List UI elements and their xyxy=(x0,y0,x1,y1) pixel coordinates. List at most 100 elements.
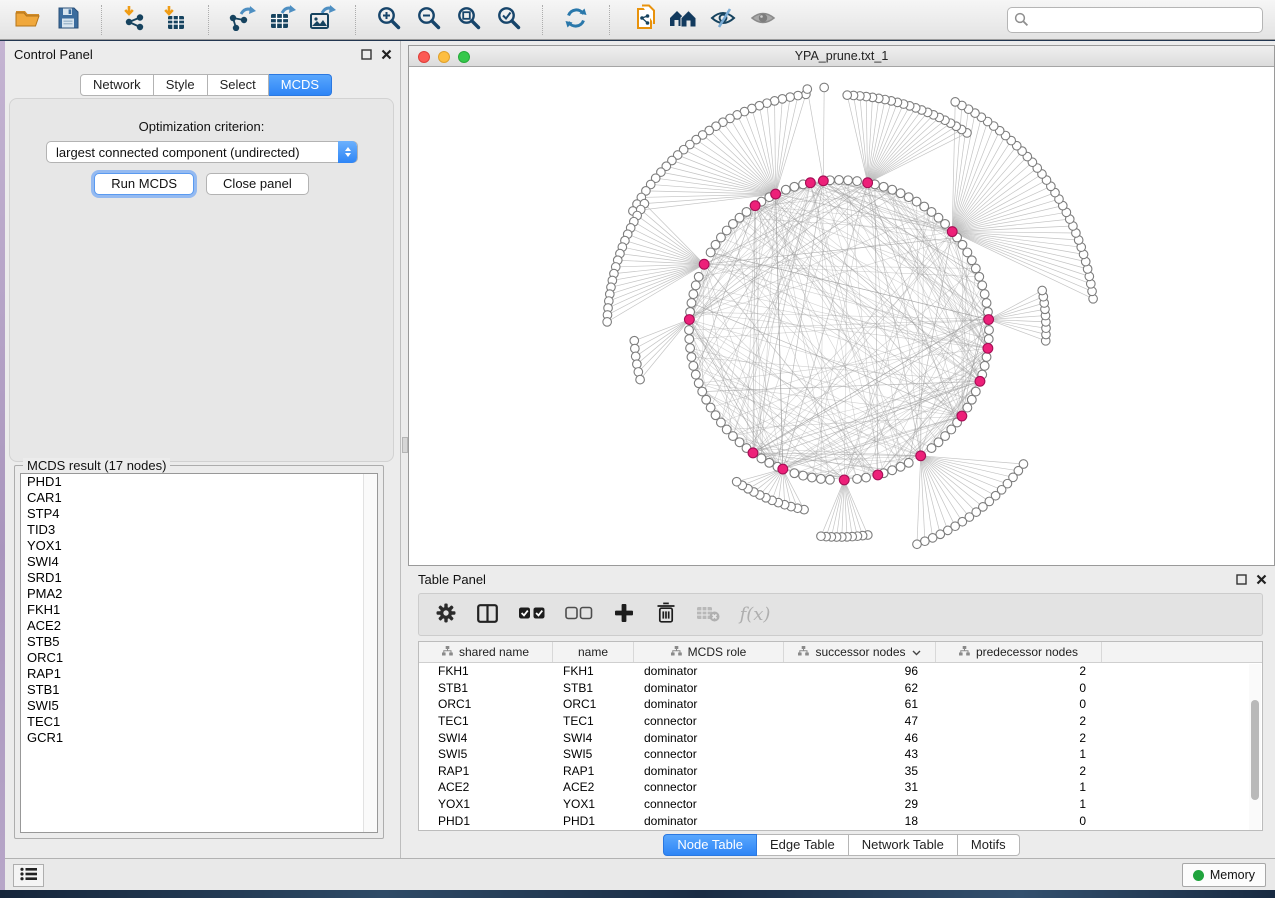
session-home-button[interactable] xyxy=(667,5,699,35)
network-node[interactable] xyxy=(853,177,862,186)
network-node[interactable] xyxy=(888,466,897,475)
mcds-result-item[interactable]: ACE2 xyxy=(21,618,377,634)
network-node[interactable] xyxy=(888,185,897,194)
network-node[interactable] xyxy=(687,299,696,308)
network-node[interactable] xyxy=(689,361,698,370)
add-column-button[interactable] xyxy=(610,601,637,628)
network-node[interactable] xyxy=(732,477,741,486)
table-row[interactable]: FKH1FKH1dominator962 xyxy=(419,663,1262,680)
float-panel-icon[interactable] xyxy=(361,48,372,63)
network-node[interactable] xyxy=(685,335,694,344)
tab-motifs[interactable]: Motifs xyxy=(958,834,1020,856)
tab-select[interactable]: Select xyxy=(208,74,269,96)
network-node[interactable] xyxy=(603,318,612,327)
network-node[interactable] xyxy=(706,248,715,257)
mcds-result-item[interactable]: TEC1 xyxy=(21,714,377,730)
network-node[interactable] xyxy=(982,299,991,308)
network-node[interactable] xyxy=(971,264,980,273)
column-header-shared-name[interactable]: shared name xyxy=(419,642,553,662)
network-node[interactable] xyxy=(636,375,645,384)
criterion-select[interactable]: largest connected component (undirected) xyxy=(46,141,358,163)
table-row[interactable]: YOX1YOX1connector291 xyxy=(419,796,1262,813)
mcds-result-item[interactable]: SWI5 xyxy=(21,698,377,714)
network-node[interactable] xyxy=(879,182,888,191)
network-node[interactable] xyxy=(963,403,972,412)
network-node[interactable] xyxy=(904,193,913,202)
run-mcds-button[interactable]: Run MCDS xyxy=(94,173,194,195)
network-node[interactable] xyxy=(844,176,853,185)
network-node[interactable] xyxy=(765,458,774,467)
network-node[interactable] xyxy=(975,272,984,281)
mcds-result-item[interactable]: PMA2 xyxy=(21,586,377,602)
network-node[interactable] xyxy=(1038,286,1047,295)
network-node[interactable] xyxy=(826,475,835,484)
mcds-result-item[interactable]: YOX1 xyxy=(21,538,377,554)
network-node[interactable] xyxy=(686,344,695,353)
network-dominator-node[interactable] xyxy=(863,178,873,188)
network-node[interactable] xyxy=(984,335,993,344)
network-node[interactable] xyxy=(757,454,766,463)
network-node[interactable] xyxy=(694,379,703,388)
tab-style[interactable]: Style xyxy=(154,74,208,96)
show-task-history-button[interactable] xyxy=(13,864,44,887)
network-dominator-node[interactable] xyxy=(778,464,788,474)
table-row[interactable]: ORC1ORC1dominator610 xyxy=(419,696,1262,713)
network-dominator-node[interactable] xyxy=(983,343,993,353)
network-node[interactable] xyxy=(799,471,808,480)
mcds-result-item[interactable]: RAP1 xyxy=(21,666,377,682)
network-node[interactable] xyxy=(687,353,696,362)
table-row[interactable]: PHD1PHD1dominator180 xyxy=(419,812,1262,829)
tab-network[interactable]: Network xyxy=(80,74,154,96)
table-scrollbar-thumb[interactable] xyxy=(1251,700,1259,800)
show-all-button[interactable] xyxy=(747,5,779,35)
network-node[interactable] xyxy=(689,290,698,299)
network-node[interactable] xyxy=(694,272,703,281)
table-row[interactable]: TEC1TEC1connector472 xyxy=(419,713,1262,730)
network-node[interactable] xyxy=(794,91,803,100)
table-scrollbar[interactable] xyxy=(1249,664,1261,830)
network-node[interactable] xyxy=(685,326,694,335)
zoom-out-button[interactable] xyxy=(413,5,445,35)
network-node[interactable] xyxy=(967,395,976,404)
network-node[interactable] xyxy=(913,540,922,549)
mcds-result-item[interactable]: PHD1 xyxy=(21,474,377,490)
network-node[interactable] xyxy=(691,281,700,290)
mcds-result-item[interactable]: TID3 xyxy=(21,522,377,538)
network-dominator-node[interactable] xyxy=(873,470,883,480)
refresh-button[interactable] xyxy=(560,5,592,35)
network-node[interactable] xyxy=(803,85,812,94)
network-node[interactable] xyxy=(835,176,844,185)
open-session-button[interactable] xyxy=(12,5,44,35)
network-node[interactable] xyxy=(912,197,921,206)
zoom-selected-button[interactable] xyxy=(493,5,525,35)
network-dominator-node[interactable] xyxy=(947,227,957,237)
tab-mcds[interactable]: MCDS xyxy=(269,74,332,96)
network-dominator-node[interactable] xyxy=(748,448,758,458)
network-dominator-node[interactable] xyxy=(916,451,926,461)
network-node[interactable] xyxy=(978,281,987,290)
show-columns-button[interactable] xyxy=(474,601,501,628)
mcds-result-item[interactable]: FKH1 xyxy=(21,602,377,618)
close-table-panel-icon[interactable] xyxy=(1256,573,1267,588)
table-row[interactable]: ACE2ACE2connector311 xyxy=(419,779,1262,796)
network-dominator-node[interactable] xyxy=(805,178,815,188)
mcds-result-item[interactable]: SRD1 xyxy=(21,570,377,586)
column-header-MCDS-role[interactable]: MCDS role xyxy=(634,642,784,662)
mcds-list-scrollbar[interactable] xyxy=(363,474,377,832)
close-panel-icon[interactable] xyxy=(381,48,392,63)
tab-node-table[interactable]: Node Table xyxy=(663,834,757,856)
tab-network-table[interactable]: Network Table xyxy=(849,834,958,856)
network-node[interactable] xyxy=(781,185,790,194)
mcds-result-list[interactable]: PHD1CAR1STP4TID3YOX1SWI4SRD1PMA2FKH1ACE2… xyxy=(20,473,378,833)
network-node[interactable] xyxy=(633,360,642,369)
column-header-successor-nodes[interactable]: successor nodes xyxy=(784,642,936,662)
zoom-in-button[interactable] xyxy=(373,5,405,35)
network-node[interactable] xyxy=(630,336,639,345)
network-dominator-node[interactable] xyxy=(699,259,709,269)
column-header-name[interactable]: name xyxy=(553,642,634,662)
network-node[interactable] xyxy=(921,537,930,546)
table-row[interactable]: STB1STB1dominator620 xyxy=(419,680,1262,697)
hide-selected-button[interactable] xyxy=(707,5,739,35)
network-node[interactable] xyxy=(843,91,852,100)
export-network-button[interactable] xyxy=(226,5,258,35)
